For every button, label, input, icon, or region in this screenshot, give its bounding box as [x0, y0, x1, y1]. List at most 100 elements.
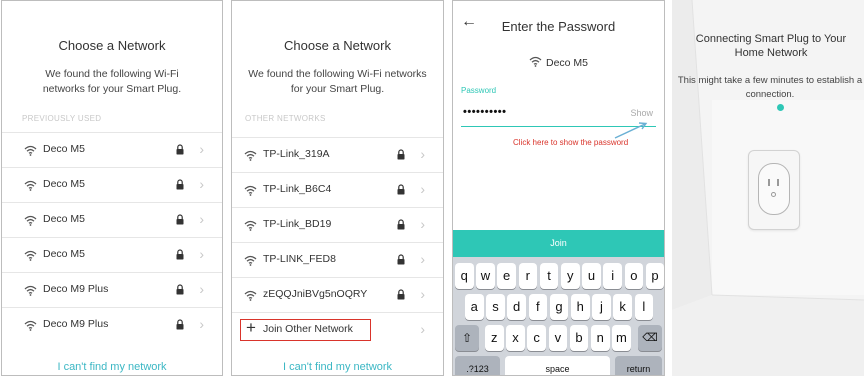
backspace-key[interactable]: ⌫ — [638, 325, 662, 351]
cant-find-network-link[interactable]: I can't find my network — [232, 361, 443, 373]
join-other-network-label: Join Other Network — [263, 323, 353, 335]
key-n[interactable]: n — [591, 325, 610, 351]
network-name: TP-LINK_FED8 — [263, 253, 336, 265]
shift-key[interactable]: ⇧ — [455, 325, 479, 351]
return-key[interactable]: return — [615, 356, 662, 375]
key-j[interactable]: j — [592, 294, 611, 320]
smart-plug-illustration — [748, 150, 800, 230]
lock-icon — [176, 179, 184, 190]
key-a[interactable]: a — [465, 294, 484, 320]
wifi-icon — [24, 145, 37, 156]
key-h[interactable]: h — [571, 294, 590, 320]
wifi-icon — [244, 290, 257, 301]
network-name: Deco M9 Plus — [43, 283, 109, 295]
cant-find-network-link[interactable]: I can't find my network — [2, 361, 222, 373]
network-list-item[interactable]: TP-Link_B6C4 › — [232, 172, 443, 208]
screen-connecting: Connecting Smart Plug to Your Home Netwo… — [672, 0, 864, 376]
key-x[interactable]: x — [506, 325, 525, 351]
key-s[interactable]: s — [486, 294, 505, 320]
key-l[interactable]: l — [634, 294, 654, 320]
key-m[interactable]: m — [612, 325, 631, 351]
keyboard: q w e r t y u i o p a s d f g h j k l ⇧ z x c v b n m ⌫ .?123 space re… — [453, 257, 664, 375]
network-name: zEQQJniBVg5nOQRY — [263, 288, 368, 300]
network-name: Deco M9 Plus — [43, 318, 109, 330]
key-r[interactable]: r — [518, 263, 538, 289]
network-list-item[interactable]: Deco M5 › — [2, 237, 222, 273]
network-list-item[interactable]: TP-Link_319A › — [232, 137, 443, 173]
key-t[interactable]: t — [539, 263, 559, 289]
network-list-item[interactable]: TP-Link_BD19 › — [232, 207, 443, 243]
chevron-right-icon: › — [199, 211, 204, 227]
connecting-title: Connecting Smart Plug to Your Home Netwo… — [695, 33, 847, 59]
network-list-item[interactable]: zEQQJniBVg5nOQRY › — [232, 277, 443, 313]
lock-icon — [176, 284, 184, 295]
key-i[interactable]: i — [603, 263, 622, 289]
chevron-right-icon: › — [199, 281, 204, 297]
network-name: Deco M5 — [43, 143, 86, 155]
key-o[interactable]: o — [624, 263, 644, 289]
lock-icon — [397, 289, 405, 300]
numbers-key[interactable]: .?123 — [455, 356, 500, 375]
wifi-icon — [24, 180, 37, 191]
lock-icon — [397, 149, 405, 160]
key-w[interactable]: w — [476, 263, 495, 289]
chevron-right-icon: › — [420, 216, 425, 232]
wifi-icon — [24, 215, 37, 226]
key-k[interactable]: k — [613, 294, 632, 320]
key-z[interactable]: z — [485, 325, 504, 351]
network-list-item[interactable]: Deco M5 › — [2, 132, 222, 168]
wifi-icon — [24, 285, 37, 296]
space-key[interactable]: space — [505, 356, 610, 375]
show-password-toggle[interactable]: Show — [630, 108, 653, 118]
plus-icon: + — [246, 318, 256, 337]
chevron-right-icon: › — [420, 251, 425, 267]
network-name: Deco M5 — [43, 213, 86, 225]
network-name: Deco M5 — [43, 178, 86, 190]
plug-slot — [777, 179, 779, 186]
wifi-icon — [529, 56, 542, 67]
section-header: PREVIOUSLY USED — [22, 114, 102, 123]
plug-slot — [768, 179, 770, 186]
lock-icon — [397, 184, 405, 195]
key-p[interactable]: p — [645, 263, 664, 289]
key-q[interactable]: q — [455, 263, 474, 289]
join-other-network-row[interactable]: + Join Other Network › — [232, 312, 443, 348]
page-subtitle: We found the following Wi-Fi networks fo… — [248, 68, 427, 95]
network-list-item[interactable]: Deco M5 › — [2, 202, 222, 238]
network-list-item[interactable]: Deco M5 › — [2, 167, 222, 203]
key-g[interactable]: g — [549, 294, 569, 320]
key-e[interactable]: e — [497, 263, 516, 289]
screen-enter-password: ← Enter the Password Deco M5 Password ••… — [452, 0, 665, 376]
page-title: Choose a Network — [58, 38, 166, 53]
wifi-icon — [24, 320, 37, 331]
password-value: •••••••••• — [463, 106, 507, 118]
plug-ground — [771, 192, 776, 197]
key-v[interactable]: v — [548, 325, 568, 351]
page-title: Choose a Network — [284, 38, 391, 53]
progress-dot — [777, 104, 784, 111]
key-c[interactable]: c — [527, 325, 546, 351]
key-d[interactable]: d — [507, 294, 526, 320]
screen-choose-network-other: Choose a Network We found the following … — [231, 0, 444, 376]
plug-face — [758, 163, 790, 215]
lock-icon — [176, 144, 184, 155]
network-list-item[interactable]: TP-LINK_FED8 › — [232, 242, 443, 278]
chevron-right-icon: › — [420, 321, 425, 337]
key-u[interactable]: u — [582, 263, 601, 289]
chevron-right-icon: › — [199, 316, 204, 332]
join-button[interactable]: Join — [453, 230, 664, 257]
lock-icon — [176, 249, 184, 260]
network-name: TP-Link_B6C4 — [263, 183, 332, 195]
lock-icon — [176, 214, 184, 225]
key-y[interactable]: y — [561, 263, 580, 289]
key-b[interactable]: b — [569, 325, 589, 351]
wifi-icon — [244, 150, 257, 161]
page-title: Enter the Password — [501, 19, 616, 34]
screen-choose-network-previous: Choose a Network We found the following … — [1, 0, 223, 376]
lock-icon — [397, 254, 405, 265]
chevron-right-icon: › — [420, 286, 425, 302]
network-list-item[interactable]: Deco M9 Plus › — [2, 307, 222, 343]
network-list-item[interactable]: Deco M9 Plus › — [2, 272, 222, 308]
wifi-icon — [244, 255, 257, 266]
key-f[interactable]: f — [528, 294, 548, 320]
